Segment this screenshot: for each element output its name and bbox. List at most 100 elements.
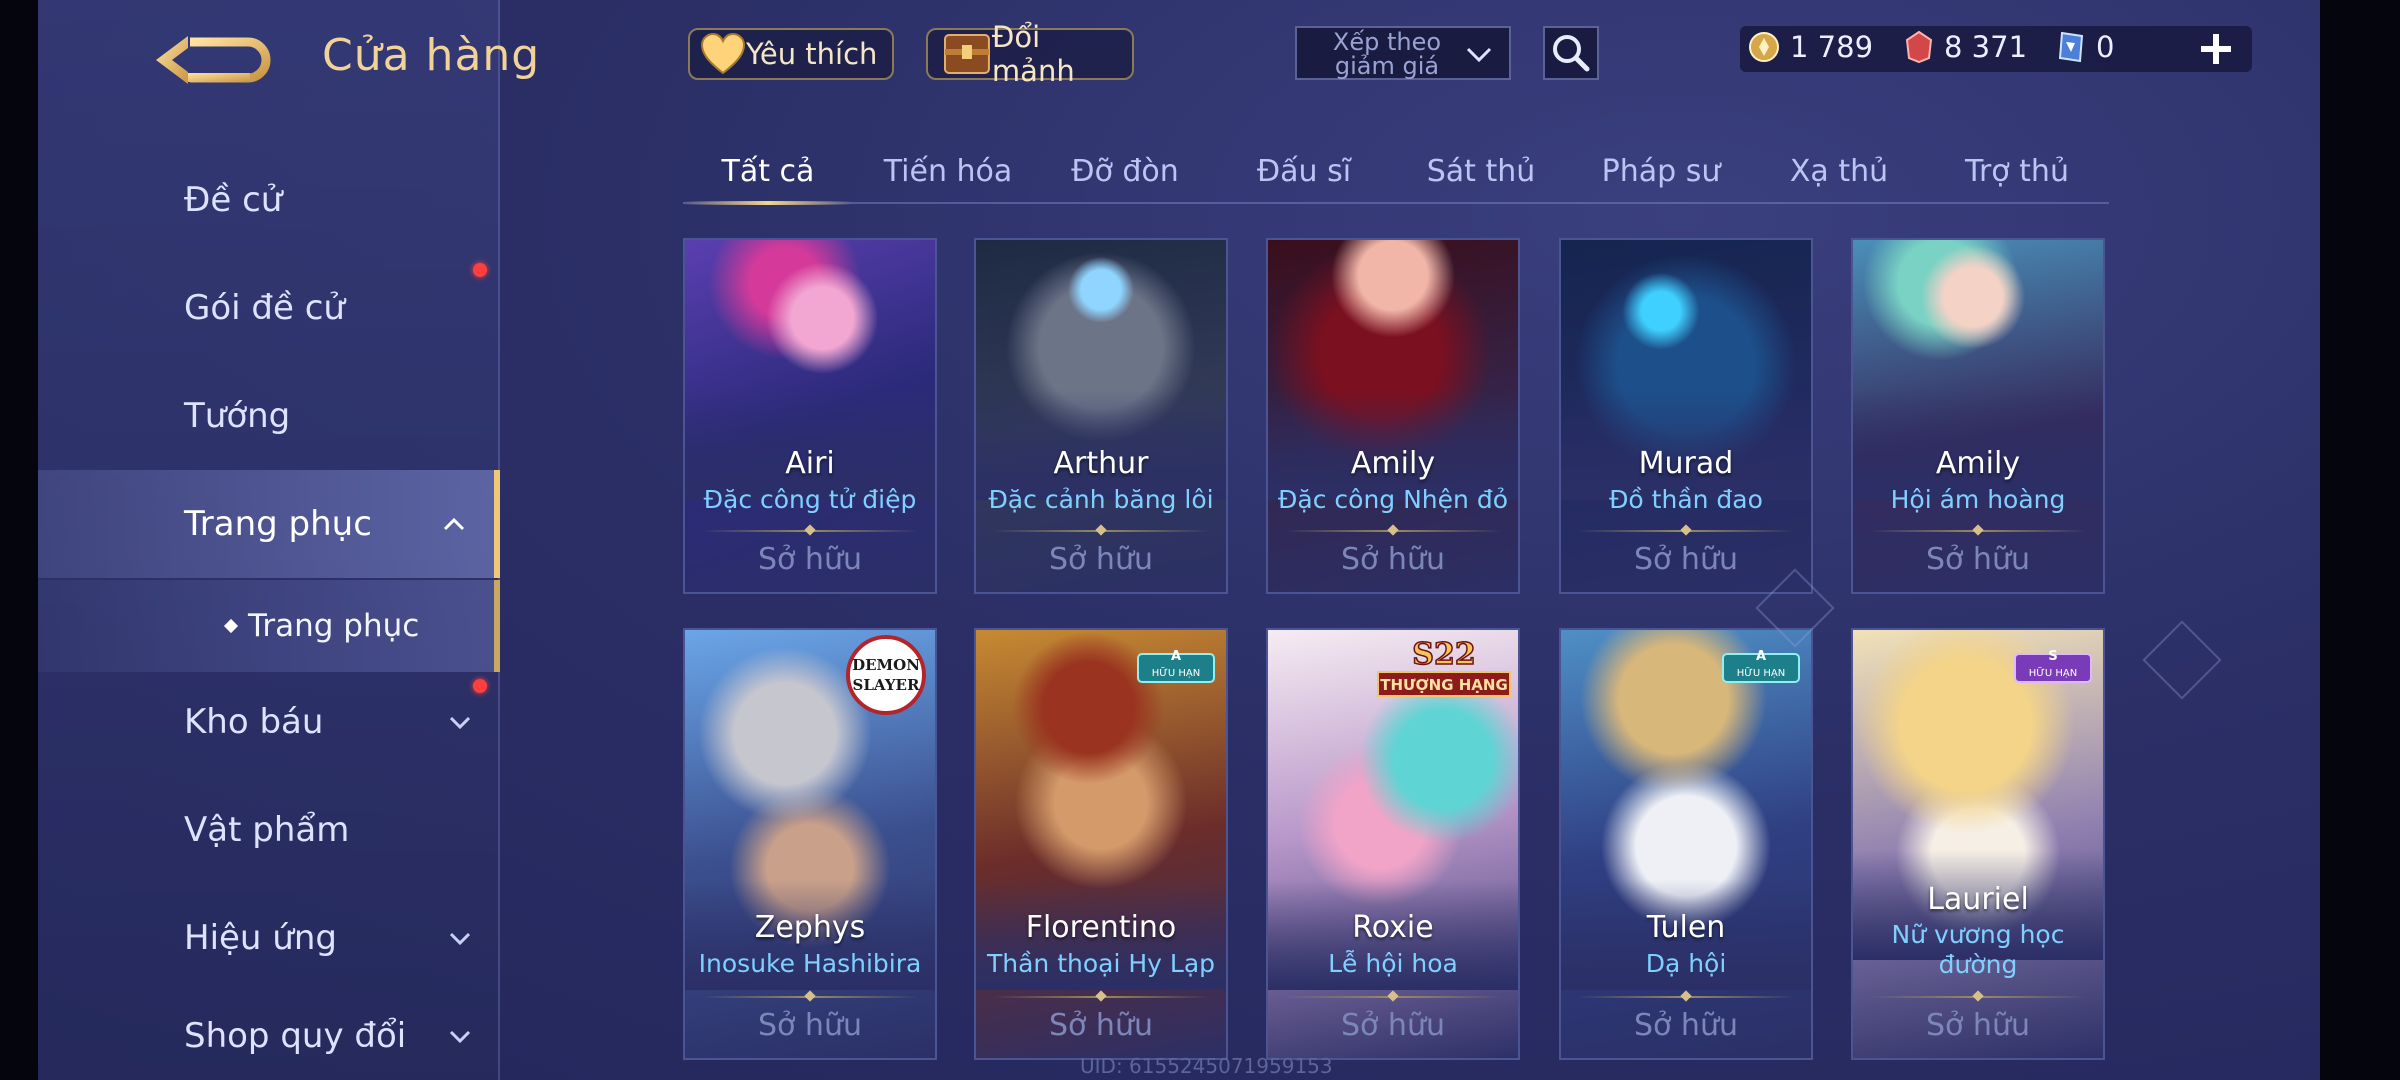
heart-icon [700,33,746,75]
card-divider [1284,990,1502,1002]
svg-text:S22: S22 [1412,637,1475,672]
hero-name: Amily [1935,446,2021,481]
sidebar-item-label: Đề cử [184,180,283,220]
sidebar-subitem-skins[interactable]: Trang phục [38,580,500,672]
sidebar-item-skins[interactable]: Trang phục [38,470,500,578]
skin-name: Đồ thần đao [1609,485,1763,514]
back-button[interactable] [150,28,278,92]
owned-status: Sở hữu [758,1008,862,1043]
skin-card[interactable]: S HỮU HẠN Lauriel Nữ vương học đường Sở … [1851,628,2105,1060]
card-divider [701,524,919,536]
hero-name: Amily [1350,446,1436,481]
skin-name: Đặc công tử điệp [703,485,917,514]
chevron-down-icon [1466,47,1492,63]
sidebar-item-label: Shop quy đổi [184,1016,407,1056]
skin-card[interactable]: Murad Đồ thần đao Sở hữu [1559,238,1813,594]
ticket-balance: 0 [2056,30,2114,64]
skin-card[interactable]: Amily Đặc công Nhện đỏ Sở hữu [1266,238,1520,594]
hero-name: Airi [785,446,835,481]
left-letterbox [0,0,38,1080]
hero-name: Zephys [754,910,866,945]
hero-name: Florentino [1025,910,1177,945]
tab-support[interactable]: Trợ thủ [1932,140,2102,202]
owned-status: Sở hữu [1926,1008,2030,1043]
art-fade [1268,390,1518,500]
art-fade [1853,390,2103,500]
skin-name: Inosuke Hashibira [698,949,922,978]
skin-card[interactable]: A HỮU HẠN Tulen Dạ hội Sở hữu [1559,628,1813,1060]
limited-rank-s-badge: S HỮU HẠN [2014,649,2092,683]
owned-status: Sở hữu [758,542,862,577]
sidebar-item-treasure[interactable]: Kho báu [38,668,500,776]
sidebar-item-recommended-packs[interactable]: Gói đề cử [38,254,500,362]
skin-card[interactable]: Amily Hội ám hoàng Sở hữu [1851,238,2105,594]
chevron-down-icon [449,1030,471,1044]
tab-tank[interactable]: Đỡ đòn [1040,140,1210,202]
bullet-diamond-icon [223,618,239,634]
hero-name: Lauriel [1927,882,2029,917]
add-currency-button[interactable] [2196,26,2236,72]
favorites-button[interactable]: Yêu thích [688,28,894,80]
skin-card[interactable]: A HỮU HẠN Florentino Thần thoại Hy Lạp S… [974,628,1228,1060]
plus-icon [2201,34,2231,64]
svg-text:HỮU HẠN: HỮU HẠN [2029,666,2077,679]
sidebar-item-recommended[interactable]: Đề cử [38,146,500,254]
tab-marksman[interactable]: Xạ thủ [1754,140,1924,202]
skin-name-line1: Nữ vương học [1891,920,2065,949]
sidebar-item-label: Gói đề cử [184,288,345,328]
sidebar-item-effects[interactable]: Hiệu ứng [38,884,500,992]
hero-name: Arthur [1053,446,1149,481]
skin-name: Dạ hội [1645,949,1727,978]
sidebar-item-heroes[interactable]: Tướng [38,362,500,470]
skin-card[interactable]: DEMON SLAYER Zephys Inosuke Hashibira Sở… [683,628,937,1060]
sidebar-subitem-label: Trang phục [248,608,420,644]
skin-name: Thần thoại Hy Lạp [986,949,1216,978]
svg-text:HỮU HẠN: HỮU HẠN [1152,666,1200,679]
tab-fighter[interactable]: Đấu sĩ [1219,140,1389,202]
fragment-exchange-button[interactable]: Đổi mảnh [926,20,1134,88]
voucher-value: 8 371 [1944,30,2028,64]
svg-text:SLAYER: SLAYER [853,676,920,694]
favorites-label: Yêu thích [746,37,878,71]
owned-status: Sở hữu [1926,542,2030,577]
owned-status: Sở hữu [1049,1008,1153,1043]
chevron-down-icon [449,716,471,730]
treasure-chest-icon [943,34,990,74]
sidebar-item-items[interactable]: Vật phẩm [38,776,500,884]
right-letterbox [2320,0,2400,1080]
back-arrow-icon [156,36,271,84]
sidebar-item-exchange-shop[interactable]: Shop quy đổi [38,992,500,1080]
hero-name: Roxie [1352,910,1434,945]
svg-text:A: A [1171,649,1181,664]
chevron-down-icon [449,932,471,946]
skin-name: Hội ám hoàng [1890,485,2066,514]
sort-dropdown[interactable]: Xếp theo giảm giá [1295,26,1511,80]
art-fade [976,390,1226,500]
tab-all[interactable]: Tất cả [683,140,853,205]
search-button[interactable] [1543,26,1599,80]
skin-name-line2: đường [1938,950,2018,979]
skin-card[interactable]: S22 THƯỢNG HẠNG Roxie Lễ hội hoa Sở hữu [1266,628,1520,1060]
owned-status: Sở hữu [1634,542,1738,577]
page-title: Cửa hàng [322,30,541,81]
skin-card[interactable]: Arthur Đặc cảnh băng lôi Sở hữu [974,238,1228,594]
limited-rank-a-badge: A HỮU HẠN [1137,649,1215,683]
sidebar-item-label: Tướng [184,396,291,436]
tab-evolution[interactable]: Tiến hóa [863,140,1033,202]
card-divider [701,990,919,1002]
gold-coin-balance: 1 789 [1748,30,1873,64]
gold-coin-value: 1 789 [1790,30,1874,64]
sidebar-item-label: Kho báu [184,702,324,742]
red-voucher-icon [1905,30,1933,64]
svg-text:DEMON: DEMON [852,656,920,674]
tab-assassin[interactable]: Sát thủ [1396,140,1566,202]
card-divider [992,524,1210,536]
card-divider [992,990,1210,1002]
tab-mage[interactable]: Pháp sư [1576,140,1746,202]
ticket-value: 0 [2096,30,2115,64]
skin-card[interactable]: Airi Đặc công tử điệp Sở hữu [683,238,937,594]
owned-status: Sở hữu [1634,1008,1738,1043]
card-divider [1284,524,1502,536]
season-s22-badge: S22 THƯỢNG HẠNG [1377,636,1511,697]
svg-text:S: S [2048,649,2057,664]
